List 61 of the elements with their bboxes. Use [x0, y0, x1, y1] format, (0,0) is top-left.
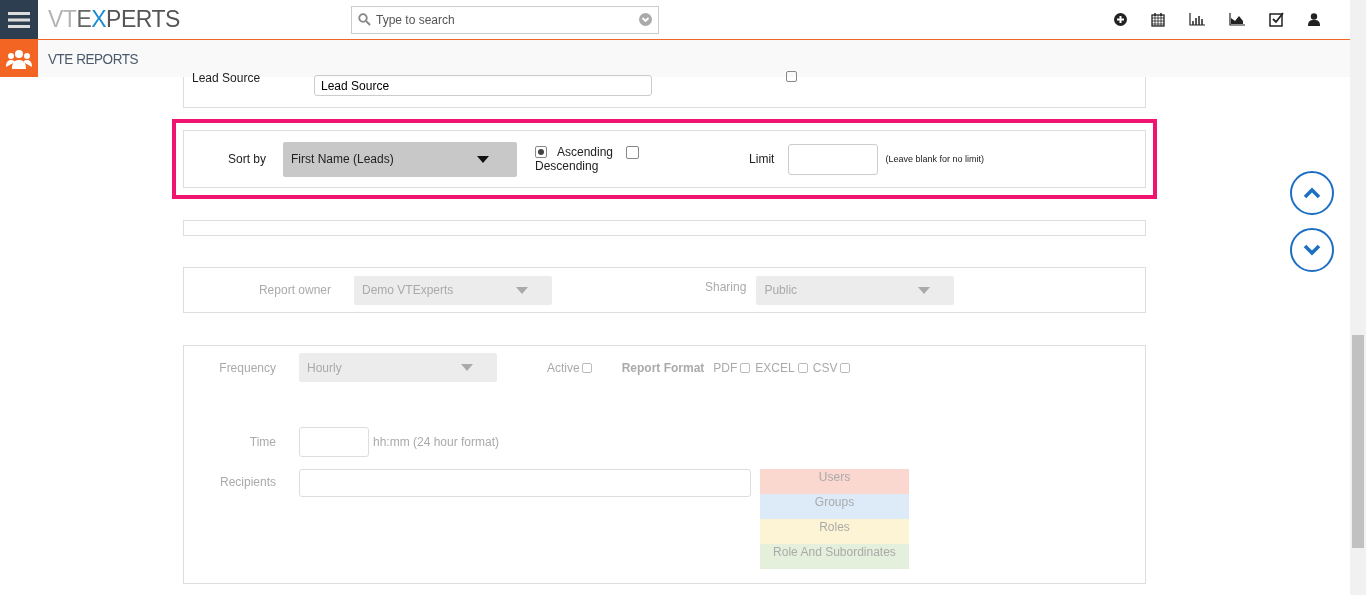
caret-icon [516, 286, 528, 294]
time-format-hint: hh:mm (24 hour format) [373, 435, 500, 449]
owner-label: Report owner [257, 283, 331, 297]
logo-text: VT [48, 6, 77, 33]
format-checkbox[interactable] [840, 362, 851, 373]
logo-text: E [76, 6, 92, 33]
dropdown-icon [639, 13, 652, 26]
recipient-type-item[interactable]: Users [760, 469, 909, 494]
ascending-label: Ascending [557, 145, 614, 159]
checkbox-icon[interactable] [1269, 12, 1284, 27]
user-icon[interactable] [1308, 13, 1320, 26]
format-checkbox[interactable] [740, 362, 751, 373]
ascending-radio[interactable] [535, 146, 547, 158]
caret-icon [918, 286, 931, 294]
caret-icon [477, 155, 489, 163]
caret-icon [461, 364, 473, 371]
recipient-type-item[interactable]: Groups [760, 494, 909, 519]
time-label: Time [248, 435, 276, 449]
time-field[interactable] [299, 427, 369, 457]
limit-hint: (Leave blank for no limit) [885, 154, 984, 164]
format-label: PDF [713, 360, 738, 375]
recipient-type-item[interactable]: Role And Subordinates [760, 544, 909, 569]
add-icon[interactable] [1114, 13, 1127, 26]
active-checkbox[interactable] [581, 362, 592, 373]
recipient-type-item[interactable]: Roles [760, 519, 909, 544]
checkbox[interactable] [786, 71, 797, 82]
scroll-up-button[interactable] [1290, 171, 1334, 215]
logo-text: X [91, 6, 107, 33]
owner-select[interactable]: Demo VTExperts [354, 275, 552, 305]
lead-source-field[interactable]: Lead Source [314, 75, 652, 96]
active-label: Active [547, 360, 580, 375]
frequency-select[interactable]: Hourly [299, 353, 497, 382]
sharing-label: Sharing [705, 280, 747, 294]
menu-icon [8, 10, 30, 29]
chevron-down-icon [1303, 244, 1321, 256]
sort-field-select[interactable]: First Name (Leads) [283, 141, 517, 177]
limit-label: Limit [749, 152, 775, 166]
chevron-up-icon [1303, 187, 1321, 199]
format-label: CSV [812, 360, 838, 375]
area-chart-icon[interactable] [1229, 13, 1245, 26]
sort-label: Sort by [227, 152, 266, 166]
sharing-select[interactable]: Public [756, 275, 955, 305]
scrollbar[interactable] [1350, 0, 1366, 595]
recipients-field[interactable] [299, 469, 751, 497]
format-label: Report Format [621, 360, 705, 375]
logo-text: PERTS [106, 6, 180, 33]
search-icon [358, 13, 371, 26]
recipients-label: Recipients [218, 475, 276, 489]
format-label: EXCEL [755, 360, 795, 375]
descending-checkbox[interactable] [626, 145, 640, 159]
module-title: VTE REPORTS [48, 50, 139, 67]
calendar-icon[interactable] [1151, 12, 1165, 27]
frequency-label: Frequency [218, 360, 276, 375]
menu-button[interactable] [0, 0, 38, 39]
format-checkbox[interactable] [797, 362, 808, 373]
limit-field[interactable] [788, 143, 879, 175]
search-field[interactable]: Type to search [351, 5, 659, 34]
bar-chart-icon[interactable] [1189, 13, 1205, 26]
field-label: Lead Source [192, 71, 262, 85]
descending-label: Descending [535, 159, 600, 173]
scroll-down-button[interactable] [1290, 228, 1334, 272]
